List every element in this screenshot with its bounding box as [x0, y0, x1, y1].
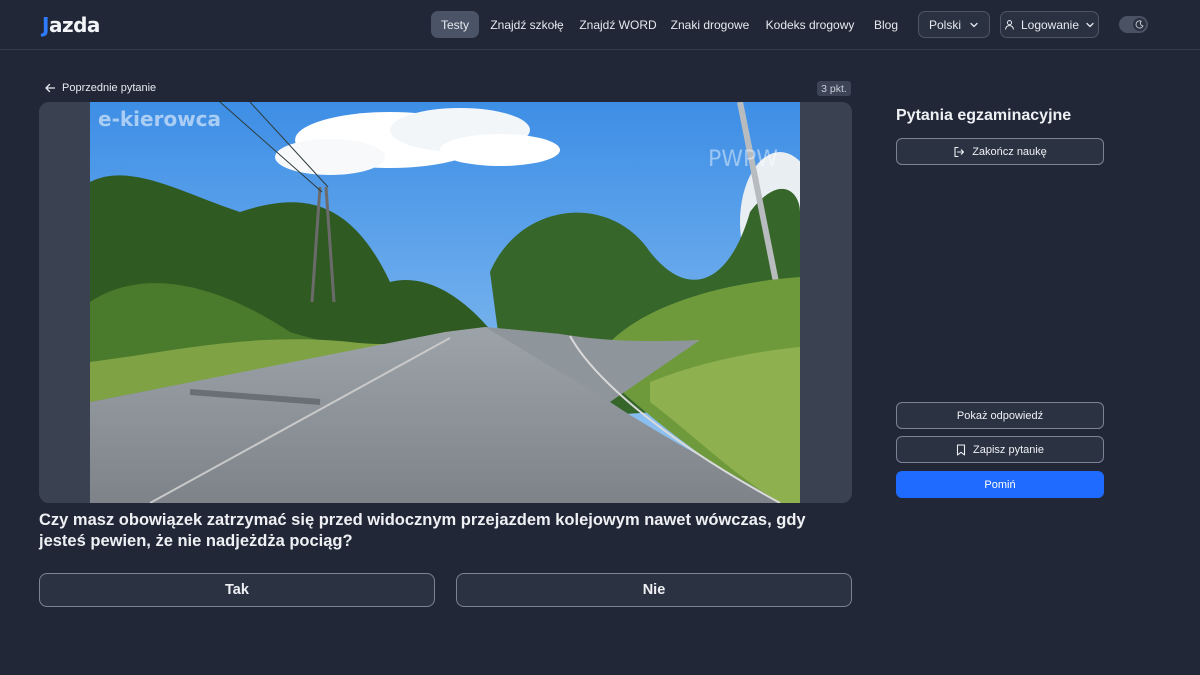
- logout-icon: [954, 146, 965, 157]
- arrow-left-icon: [45, 83, 56, 93]
- theme-toggle[interactable]: [1119, 16, 1148, 33]
- skip-label: Pomiń: [984, 478, 1016, 491]
- answer-nie-button[interactable]: Nie: [456, 573, 852, 607]
- nav-testy[interactable]: Testy: [431, 11, 479, 38]
- save-question-button[interactable]: Zapisz pytanie: [896, 436, 1104, 463]
- save-question-label: Zapisz pytanie: [973, 443, 1044, 456]
- logo-text: azda: [48, 13, 100, 37]
- skip-button[interactable]: Pomiń: [896, 471, 1104, 498]
- logo-mark: J: [42, 13, 49, 37]
- question-media: e-kierowca PWPW: [39, 102, 852, 503]
- show-answer-button[interactable]: Pokaż odpowiedź: [896, 402, 1104, 429]
- nav-znajdz-word[interactable]: Znajdź WORD: [576, 11, 660, 38]
- points-badge: 3 pkt.: [817, 81, 851, 96]
- question-text: Czy masz obowiązek zatrzymać się przed w…: [39, 511, 806, 550]
- answer-tak-button[interactable]: Tak: [39, 573, 435, 607]
- nav-znaki-drogowe[interactable]: Znaki drogowe: [668, 11, 752, 38]
- theme-knob: [1133, 18, 1146, 31]
- jazda-logo[interactable]: Jazda: [42, 12, 100, 38]
- top-navbar: Jazda Testy Znajdź szkołę Znajdź WORD Zn…: [0, 0, 1200, 50]
- previous-question-link[interactable]: Poprzednie pytanie: [44, 80, 156, 96]
- road-scene-image: e-kierowca PWPW: [90, 102, 800, 503]
- show-answer-label: Pokaż odpowiedź: [956, 409, 1044, 422]
- language-select[interactable]: Polski: [918, 11, 990, 38]
- watermark-right: PWPW: [708, 147, 778, 172]
- user-icon: [1005, 20, 1014, 30]
- chevron-down-icon: [1086, 22, 1094, 27]
- nav-blog[interactable]: Blog: [866, 11, 906, 38]
- login-button[interactable]: Logowanie: [1000, 11, 1099, 38]
- finish-learning-label: Zakończ naukę: [972, 145, 1047, 158]
- bookmark-icon: [956, 443, 966, 456]
- previous-question-label: Poprzednie pytanie: [62, 82, 157, 94]
- language-label: Polski: [928, 17, 961, 32]
- nav-znajdz-szkole[interactable]: Znajdź szkołę: [486, 11, 568, 38]
- login-label: Logowanie: [1020, 17, 1080, 32]
- sidebar-title: Pytania egzaminacyjne: [896, 107, 1072, 124]
- finish-learning-button[interactable]: Zakończ naukę: [896, 138, 1104, 165]
- nav-kodeks-drogowy[interactable]: Kodeks drogowy: [762, 11, 858, 38]
- chevron-down-icon: [970, 22, 978, 27]
- watermark-left: e-kierowca: [98, 107, 221, 131]
- moon-icon: [1135, 20, 1144, 29]
